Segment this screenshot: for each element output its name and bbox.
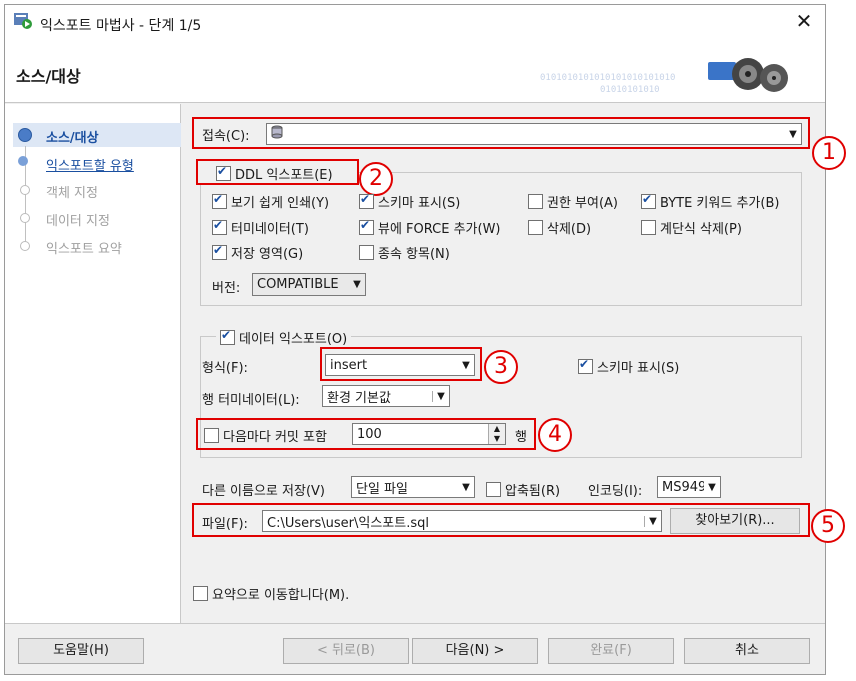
step-disabled-icon [20, 213, 30, 223]
checkbox-checked-icon [216, 164, 231, 181]
commit-count-stepper[interactable]: 100 ▲ ▼ [352, 423, 506, 445]
option-storage[interactable]: 저장 영역(G) [212, 243, 303, 262]
encoding-select[interactable]: MS949 ▼ [657, 476, 721, 498]
header-banner-graphic: 0101010101010101010101010 01010101010 [530, 48, 820, 102]
app-icon [14, 13, 32, 29]
option-terminator[interactable]: 터미네이터(T) [212, 218, 309, 237]
help-button[interactable]: 도움말(H) [18, 638, 144, 664]
option-drop[interactable]: 삭제(D) [528, 218, 591, 237]
version-label: 버전: [212, 281, 241, 296]
connection-label: 접속(C): [202, 129, 250, 144]
next-button[interactable]: 다음(N) > [412, 638, 538, 664]
file-label: 파일(F): [202, 517, 248, 532]
go-to-summary-checkbox[interactable]: 요약으로 이동합니다(M). [193, 584, 349, 603]
dropdown-arrow-icon: ▼ [789, 128, 797, 140]
annotation-4: 4 [538, 418, 572, 452]
connection-select[interactable]: ▼ [266, 123, 802, 145]
dropdown-arrow-icon: ▼ [462, 359, 470, 371]
checkbox-checked-icon [212, 218, 227, 235]
option-cascade-drop[interactable]: 계단식 삭제(P) [641, 218, 742, 237]
dropdown-arrow-icon: ▼ [462, 481, 470, 493]
footer-divider [5, 623, 825, 624]
checkbox-checked-icon [359, 218, 374, 235]
compressed-checkbox[interactable]: 압축됨(R) [486, 480, 560, 499]
checkbox-unchecked-icon [204, 428, 219, 443]
checkbox-unchecked-icon [486, 482, 501, 497]
step-active-icon [18, 128, 32, 142]
row-terminator-label: 행 터미네이터(L): [202, 393, 300, 408]
svg-text:01010101010: 01010101010 [600, 85, 660, 95]
format-label: 형식(F): [202, 361, 248, 376]
window-title: 익스포트 마법사 - 단계 1/5 [40, 18, 202, 34]
step-specify-objects: 객체 지정 [46, 186, 98, 201]
checkbox-checked-icon [359, 192, 374, 209]
cancel-button[interactable]: 취소 [684, 638, 810, 664]
encoding-label: 인코딩(I): [588, 484, 643, 499]
option-force-view[interactable]: 뷰에 FORCE 추가(W) [359, 218, 501, 237]
step-export-summary: 익스포트 요약 [46, 242, 122, 257]
option-grants[interactable]: 권한 부여(A) [528, 192, 618, 211]
step-link-icon [18, 156, 28, 166]
save-as-label: 다른 이름으로 저장(V) [202, 484, 325, 499]
database-icon [267, 125, 283, 143]
annotation-1: 1 [812, 136, 846, 170]
checkbox-checked-icon [641, 192, 656, 209]
checkbox-unchecked-icon [528, 220, 543, 235]
checkbox-unchecked-icon [528, 194, 543, 209]
finish-button[interactable]: 완료(F) [548, 638, 674, 664]
step-source-target[interactable]: 소스/대상 [46, 127, 99, 146]
option-dependents[interactable]: 종속 항목(N) [359, 243, 450, 262]
annotation-3: 3 [484, 350, 518, 384]
version-select[interactable]: COMPATIBLE ▼ [252, 273, 366, 296]
ddl-export-checkbox[interactable]: DDL 익스포트(E) [216, 164, 333, 183]
checkbox-unchecked-icon [359, 245, 374, 260]
annotation-5: 5 [811, 509, 845, 543]
checkbox-checked-icon [212, 192, 227, 209]
close-icon[interactable]: ✕ [794, 11, 814, 32]
annotation-2: 2 [359, 162, 393, 196]
back-button[interactable]: < 뒤로(B) [283, 638, 409, 664]
save-as-select[interactable]: 단일 파일 ▼ [351, 476, 475, 498]
data-export-checkbox[interactable]: 데이터 익스포트(O) [216, 328, 352, 347]
data-show-schema-checkbox[interactable]: 스키마 표시(S) [578, 357, 679, 376]
file-path-input[interactable]: C:\Users\user\익스포트.sql ▼ [262, 510, 662, 532]
page-title: 소스/대상 [16, 67, 81, 86]
option-show-schema[interactable]: 스키마 표시(S) [359, 192, 460, 211]
dropdown-arrow-icon: ▼ [644, 515, 661, 527]
step-export-type[interactable]: 익스포트할 유형 [46, 155, 134, 174]
dropdown-arrow-icon: ▼ [353, 279, 361, 290]
commit-checkbox[interactable]: 다음마다 커밋 포함 [204, 426, 327, 445]
row-terminator-select[interactable]: 환경 기본값 ▼ [322, 385, 450, 407]
browse-button[interactable]: 찾아보기(R)... [670, 508, 800, 534]
format-select[interactable]: insert ▼ [325, 354, 475, 376]
step-disabled-icon [20, 185, 30, 195]
commit-unit: 행 [515, 430, 527, 445]
checkbox-checked-icon [220, 328, 235, 345]
svg-text:0101010101010101010101010: 0101010101010101010101010 [540, 73, 675, 83]
dropdown-arrow-icon: ▼ [432, 390, 449, 402]
dropdown-arrow-icon: ▼ [708, 481, 716, 493]
option-pretty-print[interactable]: 보기 쉽게 인쇄(Y) [212, 192, 329, 211]
spinner-arrows-icon[interactable]: ▲ ▼ [488, 424, 505, 444]
checkbox-unchecked-icon [193, 586, 208, 601]
option-byte-keyword[interactable]: BYTE 키워드 추가(B) [641, 192, 779, 211]
checkbox-unchecked-icon [641, 220, 656, 235]
step-specify-data: 데이터 지정 [46, 214, 110, 229]
checkbox-checked-icon [578, 357, 593, 374]
checkbox-checked-icon [212, 243, 227, 260]
step-disabled-icon [20, 241, 30, 251]
